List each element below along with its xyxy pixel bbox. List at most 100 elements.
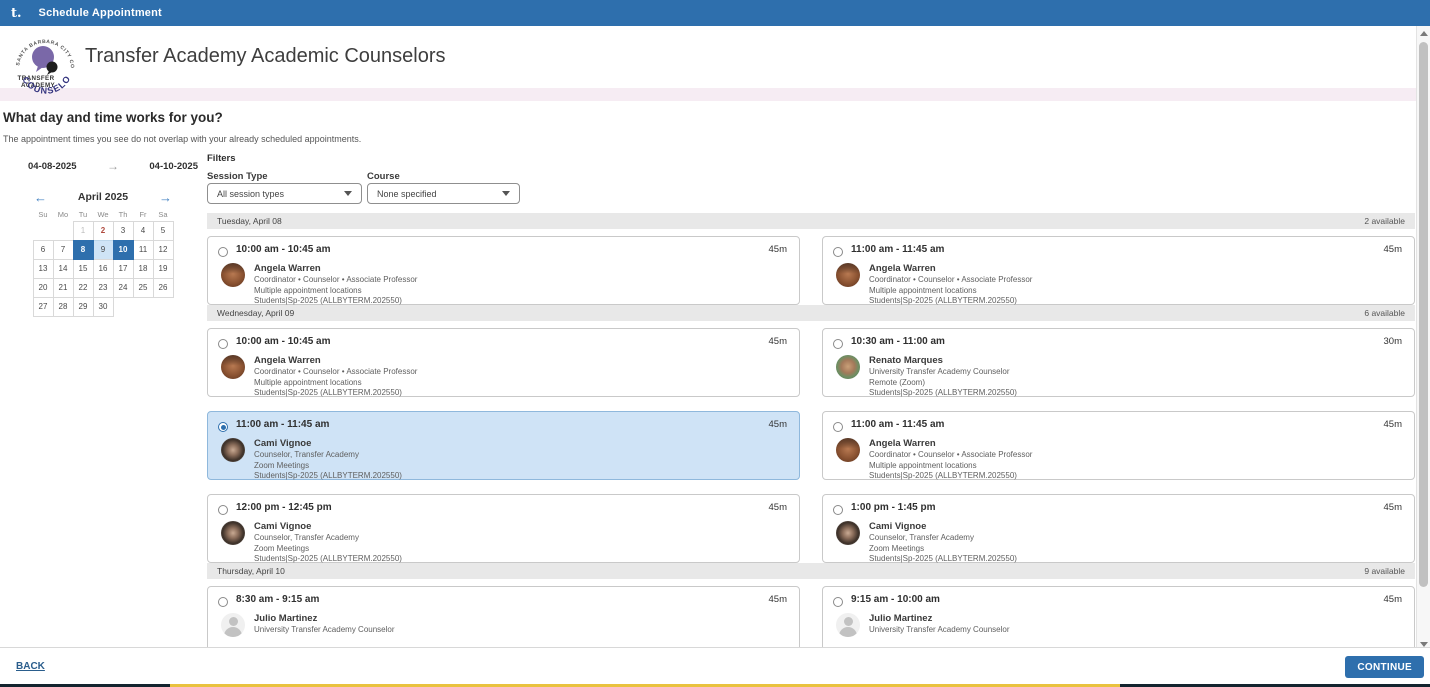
slot-role: Counselor, Transfer Academy [254,533,359,542]
slot-radio[interactable] [833,597,843,607]
calendar-day[interactable]: 17 [113,259,134,279]
calendar-day[interactable]: 25 [133,278,154,298]
range-start-date[interactable]: 04-08-2025 [28,161,77,172]
calendar-day[interactable]: 13 [33,259,54,279]
calendar-day[interactable]: 14 [53,259,74,279]
day-header-bar: Wednesday, April 09 6 available [207,305,1415,321]
session-type-label: Session Type [207,171,268,182]
slot-course: Students|Sp-2025 (ALLBYTERM.202550) [869,296,1017,305]
slot-course: Students|Sp-2025 (ALLBYTERM.202550) [254,471,402,480]
appointment-card[interactable]: 1:00 pm - 1:45 pm 45m Cami Vignoe Counse… [822,494,1415,563]
session-type-select[interactable]: All session types [207,183,362,204]
appointment-card[interactable]: 10:00 am - 10:45 am 45m Angela Warren Co… [207,236,800,305]
calendar-day[interactable]: 6 [33,240,54,260]
slot-duration: 30m [1384,336,1402,347]
slot-radio[interactable] [833,505,843,515]
scroll-up-icon[interactable] [1420,31,1428,36]
calendar-day[interactable]: 21 [53,278,74,298]
calendar-day[interactable]: 2 [93,221,114,241]
course-label: Course [367,171,400,182]
slot-name: Renato Marques [869,355,943,366]
calendar-day[interactable]: 22 [73,278,94,298]
range-end-date[interactable]: 04-10-2025 [149,161,198,172]
slot-radio[interactable] [218,505,228,515]
calendar-day[interactable]: 4 [133,221,154,241]
slot-role: Counselor, Transfer Academy [254,450,359,459]
slot-location: Multiple appointment locations [254,286,362,295]
slot-radio[interactable] [218,247,228,257]
calendar-prev-icon[interactable]: ← [34,191,47,204]
appointment-card[interactable]: 12:00 pm - 12:45 pm 45m Cami Vignoe Coun… [207,494,800,563]
appointment-card[interactable]: 11:00 am - 11:45 am 45m Angela Warren Co… [822,236,1415,305]
course-select[interactable]: None specified [367,183,520,204]
calendar-day[interactable]: 8 [73,240,94,260]
scrollbar-thumb[interactable] [1419,42,1428,587]
day-rows: 8:30 am - 9:15 am 45m Julio Martinez Uni… [207,586,1415,647]
slot-radio[interactable] [833,422,843,432]
slot-name: Cami Vignoe [869,521,926,532]
calendar-day[interactable]: 5 [153,221,174,241]
day-label: Wednesday, April 09 [217,308,294,318]
calendar-day[interactable]: 26 [153,278,174,298]
calendar-day[interactable]: 7 [53,240,74,260]
calendar-next-icon[interactable]: → [159,191,172,204]
slot-time: 11:00 am - 11:45 am [851,244,944,255]
calendar-day[interactable]: 1 [73,221,94,241]
top-bar: t. Schedule Appointment [0,0,1430,26]
calendar-day[interactable]: 20 [33,278,54,298]
calendar-empty-cell [153,297,174,317]
calendar-day[interactable]: 10 [113,240,134,260]
slot-duration: 45m [769,419,787,430]
calendar-day[interactable]: 29 [73,297,94,317]
calendar-day[interactable]: 15 [73,259,94,279]
calendar-day[interactable]: 3 [113,221,134,241]
slot-name: Julio Martinez [869,613,932,624]
calendar-day[interactable]: 9 [93,240,114,260]
slot-duration: 45m [1384,594,1402,605]
appointment-card[interactable]: 8:30 am - 9:15 am 45m Julio Martinez Uni… [207,586,800,647]
appointment-card[interactable]: 9:15 am - 10:00 am 45m Julio Martinez Un… [822,586,1415,647]
calendar-day[interactable]: 30 [93,297,114,317]
slot-course: Students|Sp-2025 (ALLBYTERM.202550) [254,554,402,563]
calendar-grid: 1234567891011121314151617181920212223242… [33,221,176,316]
vertical-scrollbar[interactable] [1416,26,1430,652]
appointment-card[interactable]: 10:00 am - 10:45 am 45m Angela Warren Co… [207,328,800,397]
appointment-card[interactable]: 11:00 am - 11:45 am 45m Cami Vignoe Coun… [207,411,800,480]
calendar-day[interactable]: 28 [53,297,74,317]
calendar-day[interactable]: 24 [113,278,134,298]
avatar-placeholder-icon [836,613,860,637]
slot-radio[interactable] [218,597,228,607]
calendar-day[interactable]: 16 [93,259,114,279]
back-link[interactable]: BACK [16,661,45,672]
continue-button[interactable]: CONTINUE [1345,656,1424,678]
avatar [836,355,860,379]
calendar-weekday-row: SuMoTuWeThFrSa [33,209,176,221]
session-type-value: All session types [217,189,284,199]
appointment-card[interactable]: 10:30 am - 11:00 am 30m Renato Marques U… [822,328,1415,397]
section-subtext: The appointment times you see do not ove… [3,134,361,144]
slot-role: University Transfer Academy Counselor [869,367,1010,376]
slot-location: Remote (Zoom) [869,378,925,387]
slot-radio[interactable] [218,422,228,432]
slot-location: Multiple appointment locations [869,461,977,470]
avatar-placeholder-icon [221,613,245,637]
slot-radio[interactable] [833,339,843,349]
calendar-empty-cell [113,297,134,317]
calendar-day[interactable]: 18 [133,259,154,279]
appointment-card[interactable]: 11:00 am - 11:45 am 45m Angela Warren Co… [822,411,1415,480]
date-range: 04-08-2025 → 04-10-2025 [28,159,198,173]
weekday-label: Fr [133,209,153,221]
weekday-label: We [93,209,113,221]
section-heading: What day and time works for you? [3,110,223,125]
slot-radio[interactable] [833,247,843,257]
page-title: Transfer Academy Academic Counselors [85,45,446,68]
slot-row: 10:00 am - 10:45 am 45m Angela Warren Co… [207,328,1415,397]
calendar-day[interactable]: 23 [93,278,114,298]
calendar-day[interactable]: 11 [133,240,154,260]
slot-radio[interactable] [218,339,228,349]
calendar-day[interactable]: 12 [153,240,174,260]
calendar-day[interactable]: 27 [33,297,54,317]
calendar-day[interactable]: 19 [153,259,174,279]
avatar [221,263,245,287]
slot-time: 1:00 pm - 1:45 pm [851,502,935,513]
